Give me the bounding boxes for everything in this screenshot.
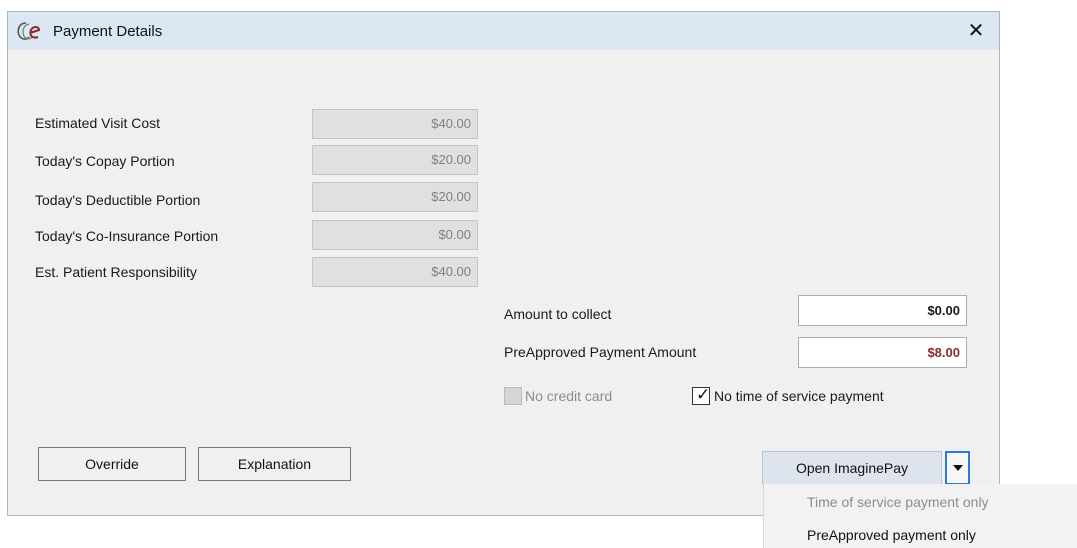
no-time-of-service-label: No time of service payment [714,388,884,404]
app-logo-icon [17,22,41,40]
amount-to-collect-label: Amount to collect [504,306,612,322]
patient-responsibility-label: Est. Patient Responsibility [35,264,197,280]
estimated-visit-cost-label: Estimated Visit Cost [35,115,161,131]
coinsurance-portion-field: $0.00 [312,220,478,250]
checkmark-icon: ✓ [696,385,711,404]
patient-responsibility-field: $40.00 [312,257,478,287]
copay-portion-field: $20.00 [312,145,478,175]
menu-item-time-of-service-only: Time of service payment only [807,494,989,510]
close-button[interactable]: ✕ [963,18,989,44]
no-credit-card-checkbox[interactable] [504,387,522,405]
coinsurance-portion-label: Today's Co-Insurance Portion [35,228,219,244]
explanation-button[interactable]: Explanation [198,447,351,481]
deductible-portion-label: Today's Deductible Portion [35,192,201,208]
menu-item-preapproved-only[interactable]: PreApproved payment only [807,527,976,543]
no-credit-card-label: No credit card [525,388,613,404]
preapproved-amount-input[interactable]: $8.00 [798,337,967,368]
estimated-visit-cost-field: $40.00 [312,109,478,139]
title-bar: Payment Details ✕ [8,12,999,50]
close-icon: ✕ [967,20,985,42]
dialog-title: Payment Details [53,23,163,40]
open-imaginepay-button[interactable]: Open ImaginePay [762,451,942,485]
preapproved-amount-label: PreApproved Payment Amount [504,344,697,360]
override-button[interactable]: Override [38,447,186,481]
caret-down-icon [953,465,963,471]
payment-details-dialog: Payment Details ✕ Estimated Visit Cost $… [7,11,1000,516]
deductible-portion-field: $20.00 [312,182,478,212]
amount-to-collect-input[interactable]: $0.00 [798,295,967,326]
imaginepay-dropdown-toggle[interactable] [945,451,970,485]
copay-portion-label: Today's Copay Portion [35,153,175,169]
imaginepay-dropdown-menu: Time of service payment only PreApproved… [763,484,1077,548]
no-time-of-service-checkbox[interactable]: ✓ [692,385,711,405]
